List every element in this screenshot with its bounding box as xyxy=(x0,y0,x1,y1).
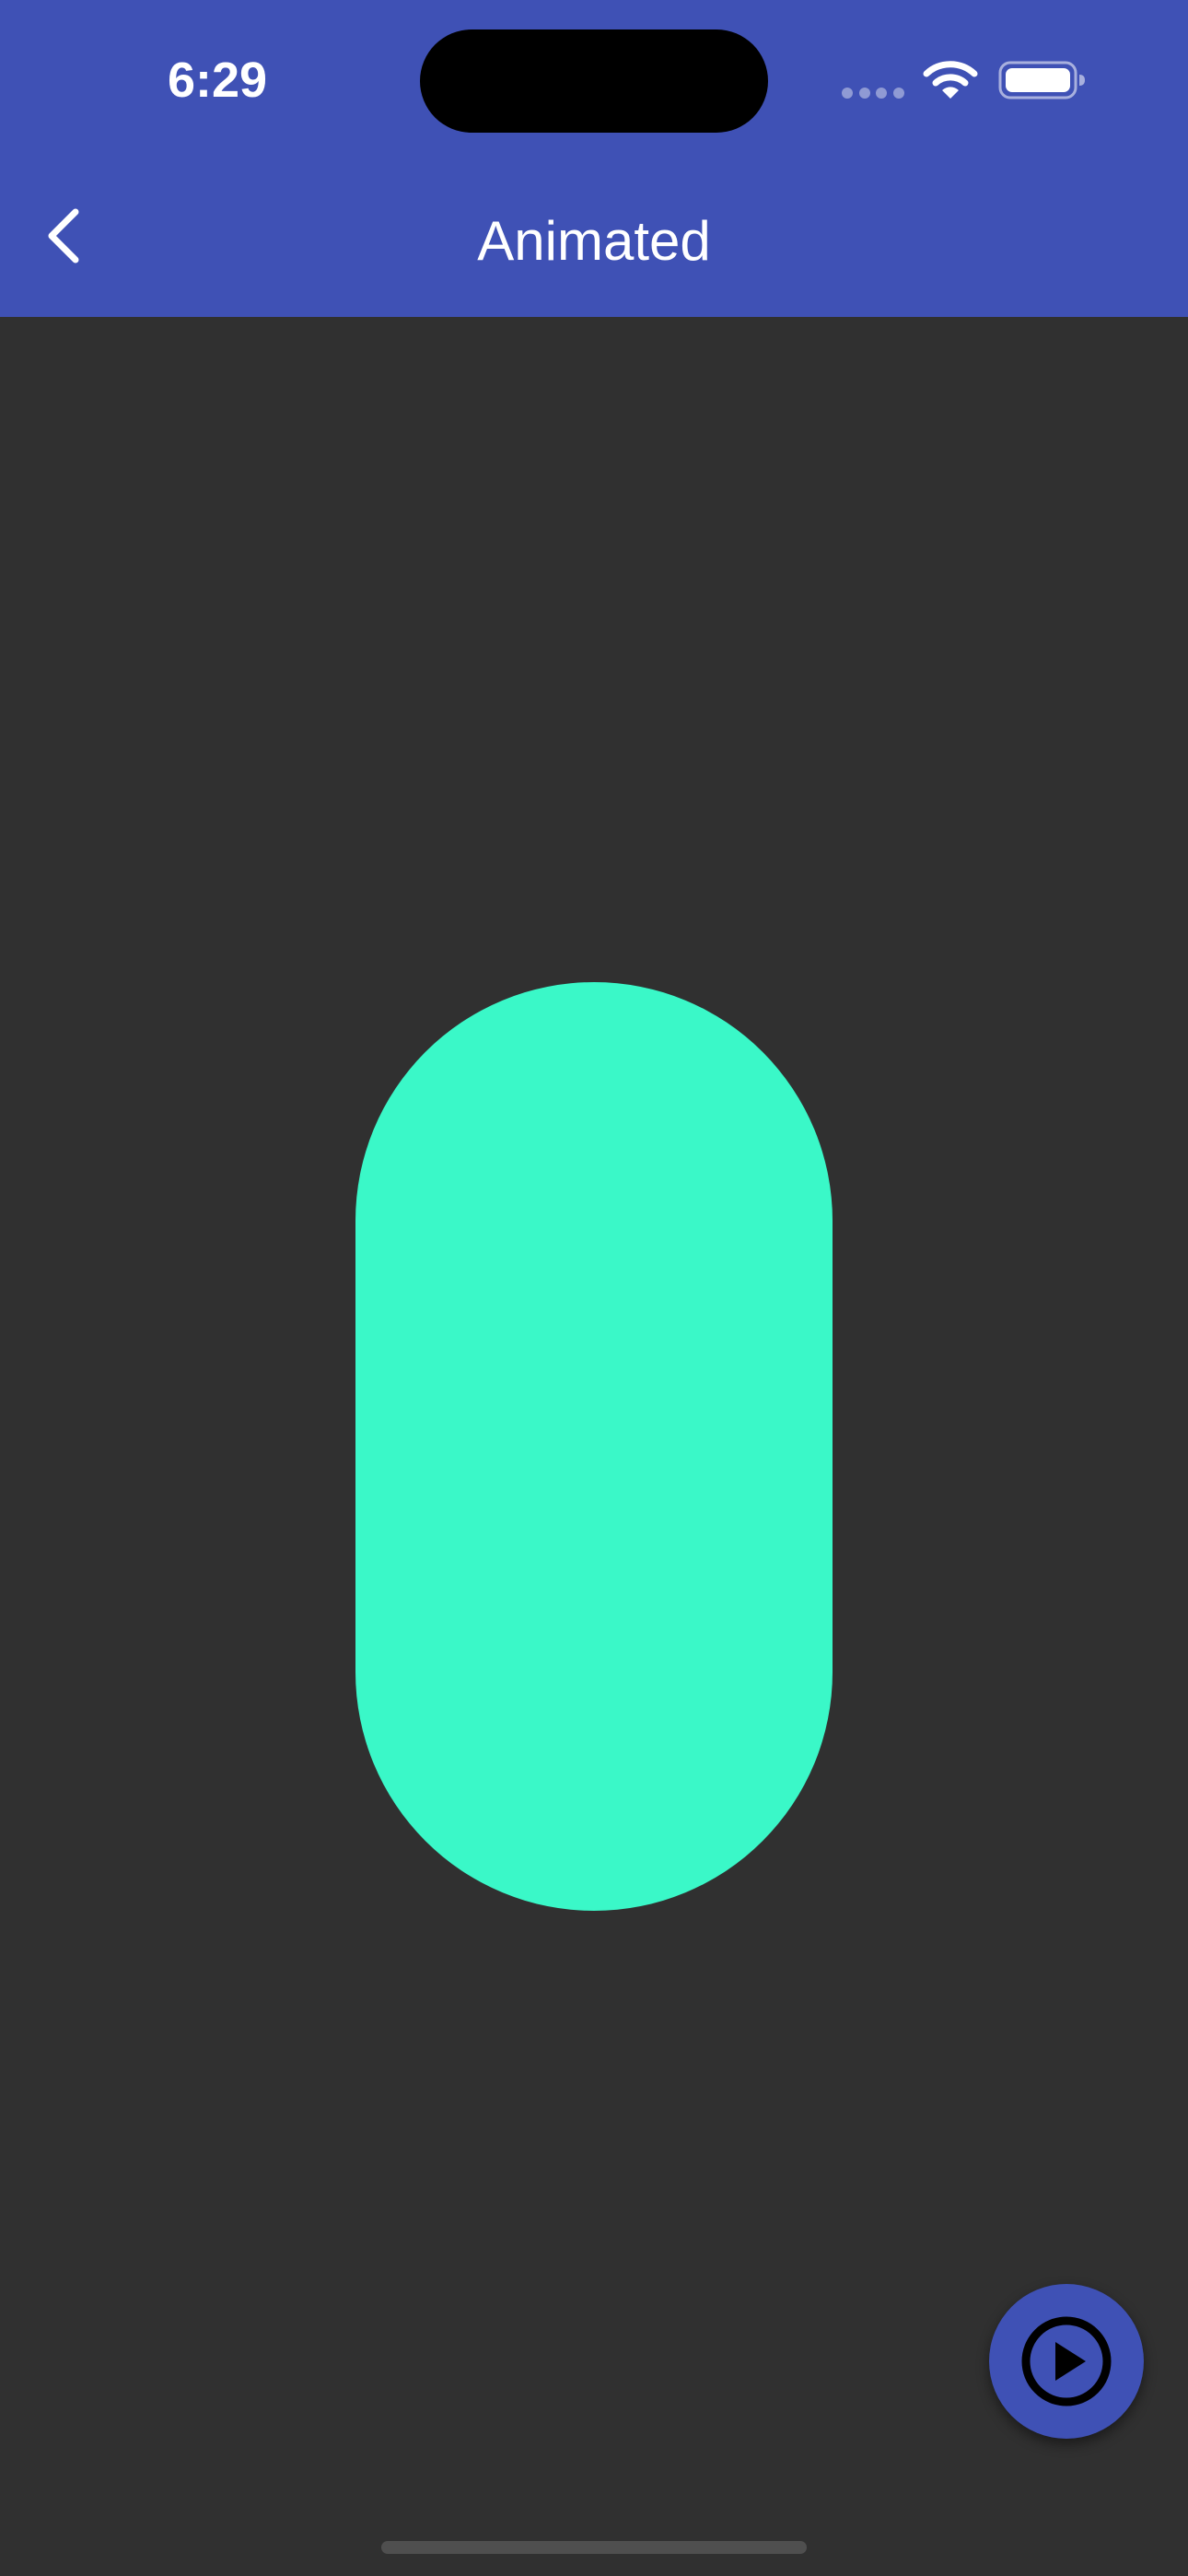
animated-shape xyxy=(355,982,833,1911)
back-button[interactable] xyxy=(20,192,109,280)
page-title: Animated xyxy=(477,210,711,272)
cellular-signal-icon xyxy=(842,87,904,100)
app-bar: 6:29 Animated xyxy=(0,0,1188,317)
home-indicator xyxy=(381,2541,807,2554)
chevron-left-icon xyxy=(48,208,79,263)
battery-icon xyxy=(998,61,1085,100)
wifi-icon xyxy=(923,61,978,99)
status-bar-time: 6:29 xyxy=(168,53,268,108)
dynamic-island xyxy=(420,29,768,133)
play-button[interactable] xyxy=(989,2284,1144,2439)
play-circle-icon xyxy=(1021,2316,1112,2406)
